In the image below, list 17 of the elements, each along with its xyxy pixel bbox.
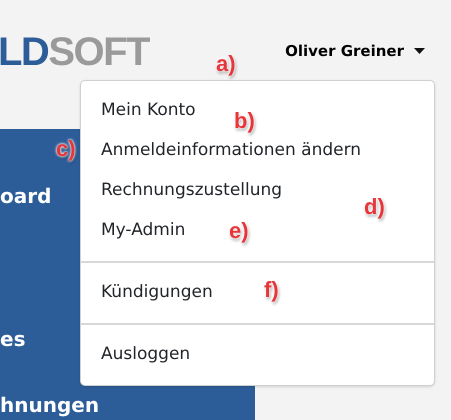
annotation-label: b)	[234, 107, 255, 135]
sidebar-link[interactable]: oard	[0, 183, 52, 209]
menu-item[interactable]: My-Admin	[101, 211, 186, 251]
sidebar-link[interactable]: es	[0, 326, 26, 352]
annotation-label: e)	[229, 217, 249, 245]
menu-item[interactable]: Rechnungszustellung	[101, 171, 282, 211]
sidebar-link[interactable]: hnungen	[0, 392, 100, 418]
logo: LDSOFT	[0, 30, 149, 74]
user-menu-button[interactable]: Oliver Greiner	[285, 40, 425, 62]
menu-item[interactable]: Ausloggen	[101, 335, 190, 375]
menu-item[interactable]: Kündigungen	[101, 273, 213, 313]
annotation-label: f)	[264, 276, 279, 304]
menu-item[interactable]: Mein Konto	[101, 91, 196, 131]
caret-icon	[414, 48, 425, 54]
annotation-label: d)	[364, 193, 385, 221]
annotation-label: a)	[216, 50, 236, 78]
annotation-label: c)	[56, 135, 76, 163]
